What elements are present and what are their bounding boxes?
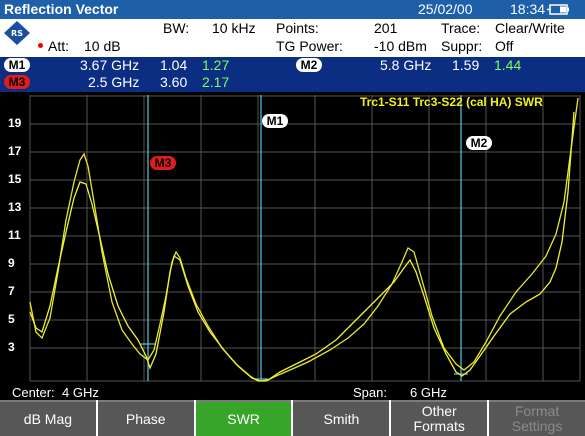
trace-s11 <box>29 97 579 382</box>
suppr-label: Suppr: <box>441 38 483 54</box>
tg-power-label: TG Power: <box>276 38 343 54</box>
plot-svg <box>29 95 581 382</box>
bw-label: BW: <box>163 20 190 36</box>
y-tick-3: 3 <box>8 340 15 354</box>
trace-value: Clear/Write <box>495 20 565 36</box>
y-tick-7: 7 <box>8 284 15 298</box>
marker-m2-value2: 1.44 <box>494 57 522 73</box>
points-value: 201 <box>374 20 398 36</box>
softkey-db-mag[interactable]: dB Mag <box>0 400 96 436</box>
plot-grid <box>29 95 581 382</box>
time-display: 18:34 <box>510 1 546 17</box>
marker-panel: M1 3.67 GHz 1.04 1.27 M2 5.8 GHz 1.59 1.… <box>0 57 585 92</box>
y-tick-15: 15 <box>8 172 22 186</box>
app-title: Reflection Vector <box>4 1 119 17</box>
marker-m3-freq: 2.5 GHz <box>88 74 140 90</box>
bw-value: 10 kHz <box>212 20 256 36</box>
plot-marker-m2[interactable]: M2 <box>466 136 492 150</box>
center-label: Center: <box>12 385 55 400</box>
marker-m1-value1: 1.04 <box>160 57 188 73</box>
points-label: Points: <box>276 20 319 36</box>
trace-legend: Trc1-S11 Trc3-S22 (cal HA) SWR <box>360 95 543 109</box>
swr-plot-area[interactable]: 19 17 15 13 11 9 7 5 3 Trc1-S11 Trc3-S22… <box>0 92 585 384</box>
title-bar: Reflection Vector 25/02/00 18:34 <box>0 0 585 19</box>
att-label: Att: <box>48 38 70 54</box>
date-display: 25/02/00 <box>418 1 473 17</box>
trace-label: Trace: <box>441 20 481 36</box>
marker-m3-value1: 3.60 <box>160 74 188 90</box>
plot-marker-m1[interactable]: M1 <box>262 114 288 128</box>
softkey-smith[interactable]: Smith <box>293 400 390 436</box>
y-tick-11: 11 <box>8 228 21 242</box>
y-tick-5: 5 <box>8 312 15 326</box>
center-value: 4 GHz <box>62 385 99 400</box>
plot-marker-m3[interactable]: M3 <box>150 156 176 170</box>
marker-m1-freq: 3.67 GHz <box>80 57 140 73</box>
marker-m1-badge[interactable]: M1 <box>4 58 30 72</box>
marker-m3-value2: 2.17 <box>202 74 230 90</box>
rs-logo-icon: RS <box>4 21 30 45</box>
y-tick-13: 13 <box>8 200 22 214</box>
svg-text:RS: RS <box>11 29 23 38</box>
att-indicator-dot <box>38 43 43 48</box>
softkey-phase[interactable]: Phase <box>97 400 194 436</box>
suppr-value: Off <box>495 38 514 54</box>
marker-m2-badge[interactable]: M2 <box>296 58 322 72</box>
marker-lines <box>141 95 468 381</box>
span-label: Span: <box>353 385 387 400</box>
softkey-format-settings[interactable]: Format Settings <box>489 400 585 436</box>
softkey-other-formats[interactable]: Other Formats <box>391 400 488 436</box>
span-value: 6 GHz <box>410 385 447 400</box>
marker-m2-freq: 5.8 GHz <box>380 57 432 73</box>
y-tick-17: 17 <box>8 144 22 158</box>
marker-m1-value2: 1.27 <box>202 57 230 73</box>
softkey-bar: dB Mag Phase SWR Smith Other Formats For… <box>0 400 585 436</box>
tg-power-value: -10 dBm <box>374 38 427 54</box>
marker-m3-badge[interactable]: M3 <box>4 75 30 89</box>
softkey-swr[interactable]: SWR <box>195 400 292 436</box>
settings-panel: RS Att: 10 dB BW: 10 kHz Points: 201 TG … <box>0 19 585 57</box>
y-tick-19: 19 <box>8 116 22 130</box>
att-value: 10 dB <box>84 38 121 54</box>
frequency-bar: Center: 4 GHz Span: 6 GHz <box>0 384 585 400</box>
marker-m2-value1: 1.59 <box>452 57 480 73</box>
battery-icon <box>547 4 569 15</box>
y-tick-9: 9 <box>8 256 15 270</box>
